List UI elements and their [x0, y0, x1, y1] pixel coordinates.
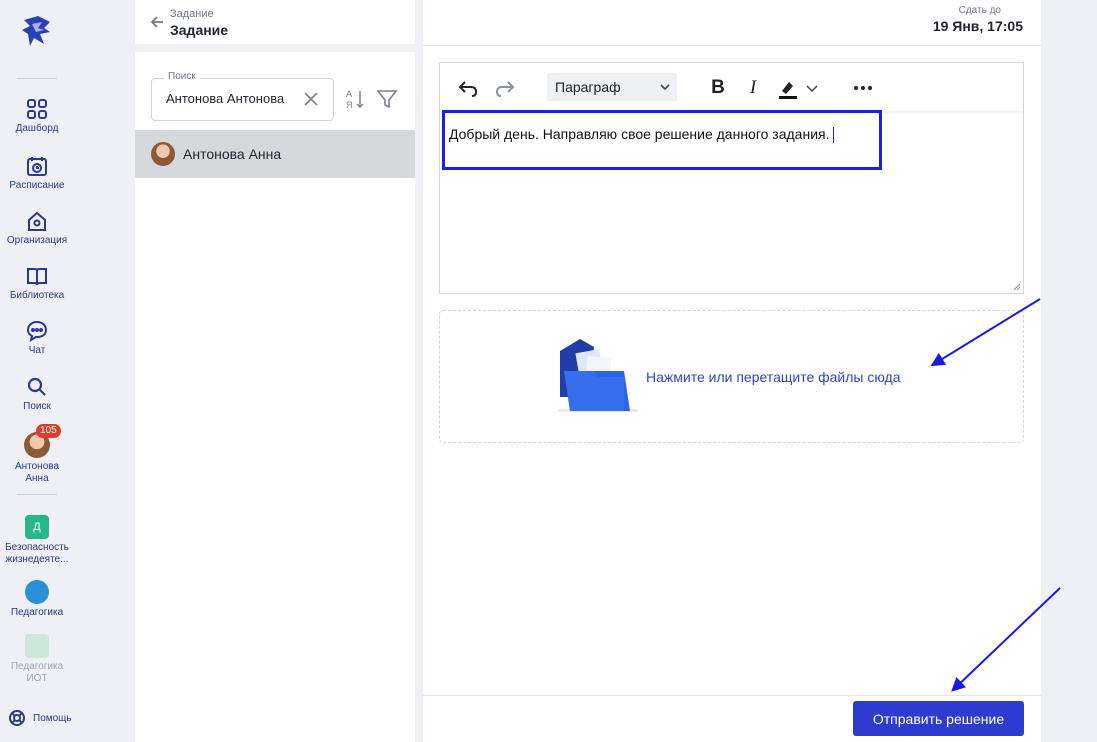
format-value: Параграф: [555, 79, 621, 95]
nav-label: Чат: [28, 345, 46, 356]
search-label: Поиск: [164, 71, 200, 82]
search-field[interactable]: Поиск: [151, 71, 334, 121]
page-title: Задание: [170, 22, 229, 38]
notification-badge: 105: [36, 424, 61, 438]
chat-icon: [26, 320, 48, 342]
footer-bar: Отправить решение: [423, 695, 1041, 742]
logo-icon[interactable]: [20, 14, 54, 48]
sort-alpha-icon[interactable]: А Я: [346, 88, 366, 110]
nav-label: Библиотека: [9, 290, 65, 301]
nav-item-course-pedagogy-iot[interactable]: Педагогика ИОТ: [0, 634, 74, 685]
nav-item-profile[interactable]: 105 Антонова Анна: [0, 424, 74, 485]
avatar: 105: [24, 424, 61, 458]
search-icon: [27, 377, 46, 396]
course-icon: Д: [25, 515, 49, 539]
student-list-item[interactable]: Антонова Анна: [135, 130, 415, 178]
folder-icon: [558, 339, 638, 412]
due-date: 19 Янв, 17:05: [932, 18, 1023, 34]
dashboard-icon: [27, 99, 47, 119]
profile-name-line1: Антонова: [14, 461, 60, 472]
lifebuoy-icon: [9, 710, 25, 726]
course-icon: [25, 580, 49, 604]
breadcrumb-parent[interactable]: Задание: [170, 8, 214, 20]
calendar-icon: [27, 157, 47, 176]
panel-header: Задание Задание: [135, 0, 415, 52]
svg-text:А: А: [346, 89, 352, 99]
filter-icon[interactable]: [376, 88, 398, 110]
student-name: Антонова Анна: [183, 146, 282, 162]
file-dropzone[interactable]: Нажмите или перетащите файлы сюда: [439, 310, 1024, 443]
nav-item-course-bjd[interactable]: Д Безопасность жизнедеяте...: [0, 515, 74, 566]
chevron-down-icon: [660, 84, 670, 91]
course-label-line2: жизнедеяте...: [5, 554, 69, 565]
redo-icon[interactable]: [494, 77, 516, 99]
nav-item-schedule[interactable]: Расписание: [0, 155, 74, 192]
dropzone-text[interactable]: Нажмите или перетащите файлы сюда: [646, 369, 901, 385]
italic-button[interactable]: I: [742, 77, 764, 99]
course-label-line1: Безопасность: [5, 542, 69, 553]
resize-handle-icon[interactable]: [1011, 281, 1021, 291]
nav-label: Дашборд: [15, 123, 59, 134]
solution-pane: Сдать до 19 Янв, 17:05 Параграф B I Добр…: [423, 0, 1041, 742]
undo-icon[interactable]: [457, 77, 479, 99]
course-label-line2: ИОТ: [26, 673, 48, 684]
editor-text[interactable]: Добрый день. Направляю свое решение данн…: [449, 126, 834, 144]
text-caret: [832, 127, 834, 144]
due-header: Сдать до 19 Янв, 17:05: [423, 0, 1041, 46]
avatar: [151, 142, 175, 166]
profile-name-line2: Анна: [25, 473, 49, 484]
nav-separator: [17, 78, 57, 79]
nav-label: Организация: [6, 235, 68, 246]
editor-content-highlight[interactable]: Добрый день. Направляю свое решение данн…: [442, 110, 882, 170]
nav-item-library[interactable]: Библиотека: [0, 265, 74, 302]
editor-toolbar: Параграф B I: [440, 63, 1023, 111]
organization-icon: [28, 211, 46, 231]
help-link[interactable]: Помощь: [8, 709, 72, 727]
editor-text-value: Добрый день. Направляю свое решение данн…: [449, 126, 830, 142]
submit-solution-button[interactable]: Отправить решение: [853, 701, 1024, 736]
rich-text-editor: Параграф B I Добрый день. Направляю свое…: [439, 62, 1024, 294]
nav-separator: [17, 494, 57, 495]
nav-item-dashboard[interactable]: Дашборд: [0, 98, 74, 135]
nav-item-search[interactable]: Поиск: [0, 376, 74, 413]
course-icon: [25, 634, 49, 658]
more-icon[interactable]: [852, 77, 874, 99]
nav-item-course-pedagogy[interactable]: Педагогика: [0, 580, 74, 619]
search-input[interactable]: [166, 91, 286, 106]
highlight-icon[interactable]: [777, 77, 799, 99]
close-icon[interactable]: [303, 91, 319, 107]
bold-button[interactable]: B: [707, 77, 729, 99]
back-arrow-icon[interactable]: [149, 14, 165, 30]
format-select[interactable]: Параграф: [547, 73, 677, 101]
nav-rail: Дашборд Расписание Организация Библиотек…: [0, 0, 74, 742]
svg-text:Я: Я: [346, 100, 353, 110]
chevron-down-icon[interactable]: [805, 77, 819, 99]
help-label: Помощь: [33, 712, 72, 724]
book-icon: [27, 268, 47, 286]
students-panel: Задание Задание Поиск А Я Антонова Анна: [135, 0, 415, 742]
course-label-line1: Педагогика: [10, 607, 64, 618]
nav-item-chat[interactable]: Чат: [0, 320, 74, 357]
nav-label: Расписание: [9, 180, 65, 191]
due-label: Сдать до: [958, 5, 1001, 16]
nav-label: Поиск: [23, 401, 51, 412]
course-label-line1: Педагогика: [10, 661, 64, 672]
nav-item-organization[interactable]: Организация: [0, 210, 74, 247]
